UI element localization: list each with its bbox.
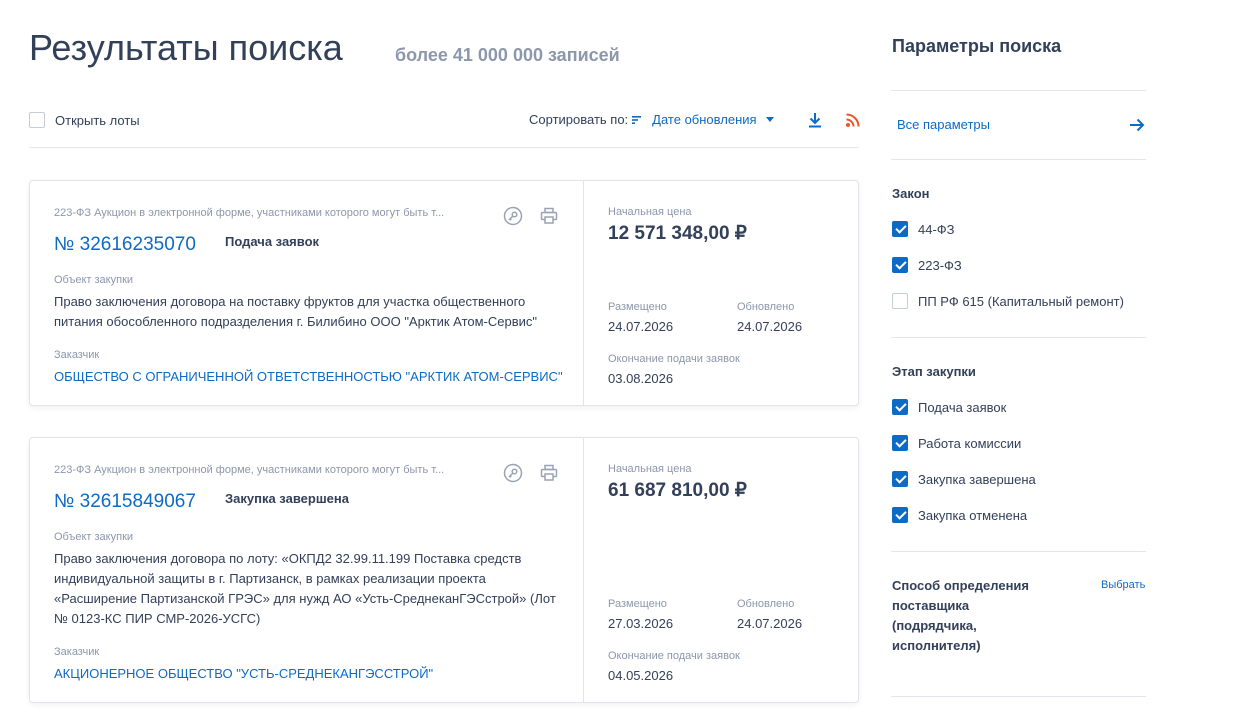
filter-label: ПП РФ 615 (Капитальный ремонт) [918, 293, 1124, 309]
customer-label: Заказчик [54, 349, 100, 361]
result-card-details: Начальная цена 12 571 348,00 ₽ Размещено… [584, 181, 858, 405]
results-count: более 41 000 000 записей [395, 45, 620, 65]
result-card: 223-ФЗ Аукцион в электронной форме, учас… [29, 180, 859, 406]
print-icon[interactable] [539, 206, 559, 226]
customer-link[interactable]: ОБЩЕСТВО С ОГРАНИЧЕННОЙ ОТВЕТСТВЕННОСТЬЮ… [54, 369, 563, 384]
filter-label: Закупка отменена [918, 507, 1028, 523]
sort-control: Сортировать по: Дате обновления [529, 112, 774, 127]
key-icon[interactable] [503, 206, 523, 226]
checkbox-icon[interactable] [892, 293, 908, 309]
filter-law-44[interactable]: 44-ФЗ [892, 221, 955, 237]
checkbox-icon[interactable] [892, 507, 908, 523]
sort-icon [632, 115, 642, 124]
procedure-type: 223-ФЗ Аукцион в электронной форме, учас… [54, 464, 445, 476]
arrow-right-icon[interactable] [1128, 116, 1146, 134]
object-text: Право заключения договора на поставку фр… [54, 294, 538, 329]
purchase-number-link[interactable]: № 32616235070 [54, 234, 196, 256]
price-label: Начальная цена [608, 206, 692, 218]
rss-icon[interactable] [845, 112, 861, 128]
result-card: 223-ФЗ Аукцион в электронной форме, учас… [29, 437, 859, 703]
sidebar-title: Параметры поиска [892, 36, 1062, 56]
filter-law-223[interactable]: 223-ФЗ [892, 257, 962, 273]
sort-label: Сортировать по: [529, 112, 629, 127]
filter-label: Работа комиссии [918, 435, 1022, 451]
checkbox-icon[interactable] [892, 399, 908, 415]
customer-label: Заказчик [54, 646, 100, 658]
filter-label: 223-ФЗ [918, 257, 962, 273]
sort-dropdown[interactable]: Дате обновления [652, 112, 756, 127]
choose-method-link[interactable]: Выбрать [1101, 579, 1145, 591]
posted-label: Размещено [608, 301, 667, 313]
open-lots-toggle[interactable]: Открыть лоты [29, 112, 140, 128]
print-icon[interactable] [539, 463, 559, 483]
sidebar-divider [891, 696, 1146, 697]
toolbar-divider [29, 147, 859, 148]
page-title: Результаты поиска [29, 27, 343, 68]
price-label: Начальная цена [608, 463, 692, 475]
chevron-down-icon[interactable] [765, 117, 774, 122]
posted-date: 27.03.2026 [608, 616, 674, 631]
checkbox-icon[interactable] [892, 471, 908, 487]
updated-label: Обновлено [737, 301, 795, 313]
stage-section-title: Этап закупки [892, 364, 976, 379]
status-badge: Закупка завершена [225, 491, 349, 506]
object-label: Объект закупки [54, 274, 134, 286]
deadline-label: Окончание подачи заявок [608, 353, 740, 365]
updated-label: Обновлено [737, 598, 795, 610]
purchase-number-link[interactable]: № 32615849067 [54, 491, 196, 513]
price-value: 61 687 810,00 ₽ [608, 480, 747, 501]
results-toolbar: Открыть лоты Сортировать по: Дате обновл… [29, 108, 861, 132]
posted-label: Размещено [608, 598, 667, 610]
law-section-title: Закон [892, 186, 930, 201]
sidebar-divider [891, 551, 1146, 552]
procedure-type: 223-ФЗ Аукцион в электронной форме, учас… [54, 207, 445, 219]
checkbox-icon[interactable] [892, 221, 908, 237]
posted-date: 24.07.2026 [608, 319, 674, 334]
deadline-date: 03.08.2026 [608, 371, 674, 386]
result-card-main: 223-ФЗ Аукцион в электронной форме, учас… [30, 181, 584, 405]
filter-law-615[interactable]: ПП РФ 615 (Капитальный ремонт) [892, 293, 1124, 309]
filter-stage-completed[interactable]: Закупка завершена [892, 471, 1036, 487]
deadline-date: 04.05.2026 [608, 668, 674, 683]
all-params-link[interactable]: Все параметры [897, 117, 990, 132]
price-value: 12 571 348,00 ₽ [608, 223, 747, 244]
checkbox-icon[interactable] [892, 435, 908, 451]
object-label: Объект закупки [54, 531, 134, 543]
filter-label: Подача заявок [918, 399, 1007, 415]
filter-label: Закупка завершена [918, 471, 1036, 487]
updated-date: 24.07.2026 [737, 319, 803, 334]
method-section-title: Способ определения поставщика (подрядчик… [892, 578, 1030, 653]
key-icon[interactable] [503, 463, 523, 483]
sidebar-divider [891, 90, 1146, 91]
checkbox-icon[interactable] [892, 257, 908, 273]
open-lots-checkbox[interactable] [29, 112, 45, 128]
filter-stage-commission[interactable]: Работа комиссии [892, 435, 1021, 451]
updated-date: 24.07.2026 [737, 616, 803, 631]
open-lots-label: Открыть лоты [55, 112, 140, 128]
object-text: Право заключения договора по лоту: «ОКПД… [54, 551, 556, 626]
deadline-label: Окончание подачи заявок [608, 650, 740, 662]
result-card-details: Начальная цена 61 687 810,00 ₽ Размещено… [584, 438, 858, 702]
download-icon[interactable] [807, 112, 823, 128]
sidebar-divider [891, 337, 1146, 338]
customer-link[interactable]: АКЦИОНЕРНОЕ ОБЩЕСТВО "УСТЬ-СРЕДНЕКАНГЭСС… [54, 666, 433, 681]
result-card-main: 223-ФЗ Аукцион в электронной форме, учас… [30, 438, 584, 702]
filter-stage-cancelled[interactable]: Закупка отменена [892, 507, 1027, 523]
filter-label: 44-ФЗ [918, 221, 955, 237]
sidebar-divider [891, 159, 1146, 160]
filter-stage-applications[interactable]: Подача заявок [892, 399, 1006, 415]
status-badge: Подача заявок [225, 234, 320, 249]
